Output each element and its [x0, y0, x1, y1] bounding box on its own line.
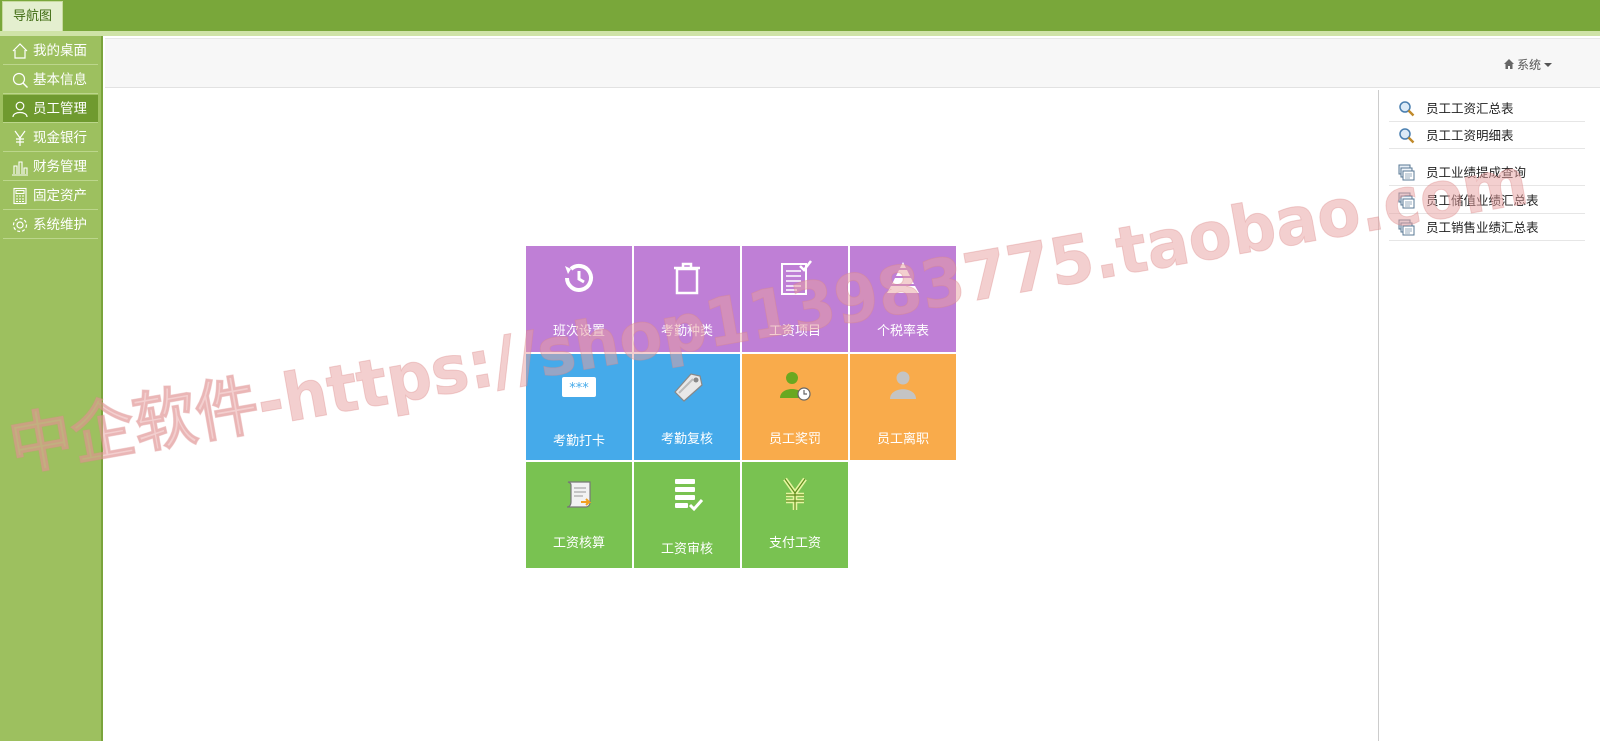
- report-performance-commission[interactable]: 员工业绩提成查询: [1389, 159, 1585, 186]
- sidebar-item-basic-info[interactable]: 基本信息: [3, 66, 98, 94]
- tile-shift-settings[interactable]: 班次设置: [526, 246, 632, 352]
- sidebar-item-label: 固定资产: [33, 188, 87, 204]
- bar-chart-icon: [11, 158, 29, 176]
- scroll-icon: [559, 474, 599, 514]
- sidebar-item-label: 系统维护: [33, 217, 87, 233]
- stack-icon: [1398, 219, 1415, 236]
- trash-icon: [667, 258, 707, 298]
- sidebar-item-label: 基本信息: [33, 72, 87, 88]
- tab-navigation[interactable]: 导航图: [2, 1, 63, 31]
- tile-salary-calculation[interactable]: 工资核算: [526, 462, 632, 568]
- report-stored-value-summary[interactable]: 员工储值业绩汇总表: [1389, 187, 1585, 214]
- report-label: 员工销售业绩汇总表: [1426, 220, 1539, 235]
- password-card-icon: ***: [559, 366, 599, 406]
- tile-label: 考勤打卡: [552, 434, 605, 449]
- sidebar: 我的桌面 基本信息 员工管理 现金银行 财务管理 固定资产 系统维护: [0, 36, 103, 741]
- user-gray-icon: [883, 366, 923, 406]
- report-label: 员工业绩提成查询: [1426, 165, 1527, 180]
- stack-icon: [1398, 192, 1415, 209]
- pyramid-icon: [883, 258, 923, 298]
- stack-icon: [1398, 164, 1415, 181]
- sidebar-item-cash-bank[interactable]: 现金银行: [3, 124, 98, 152]
- sidebar-item-label: 员工管理: [33, 101, 87, 117]
- tile-employee-resignation[interactable]: 员工离职: [850, 354, 956, 460]
- system-menu-label: 系统: [1516, 58, 1541, 72]
- sidebar-item-system-maintenance[interactable]: 系统维护: [3, 211, 98, 239]
- sidebar-item-label: 现金银行: [33, 130, 87, 146]
- yen-icon: [11, 129, 29, 147]
- list-check-icon: [667, 474, 707, 514]
- tile-attendance-review[interactable]: 考勤复核: [634, 354, 740, 460]
- tile-label: 考勤复核: [660, 432, 713, 447]
- home-icon: [11, 42, 29, 60]
- tile-label: 个税率表: [876, 324, 929, 339]
- search-icon: [11, 71, 29, 89]
- user-icon: [11, 100, 29, 118]
- tile-label: 工资核算: [552, 536, 605, 551]
- sidebar-item-fixed-assets[interactable]: 固定资产: [3, 182, 98, 210]
- tile-pay-salary[interactable]: 支付工资: [742, 462, 848, 568]
- content-header: 系统: [105, 38, 1600, 88]
- tile-label: 工资审核: [660, 542, 713, 557]
- magnifier-icon: [1398, 127, 1415, 144]
- report-label: 员工工资明细表: [1426, 128, 1514, 143]
- tile-label: 员工奖罚: [768, 432, 821, 447]
- top-bar-divider: [0, 31, 1600, 36]
- tile-rewards-penalties[interactable]: 员工奖罚: [742, 354, 848, 460]
- tile-salary-items[interactable]: 工资项目: [742, 246, 848, 352]
- report-label: 员工工资汇总表: [1426, 101, 1514, 116]
- report-shortcuts-panel: 员工工资汇总表 员工工资明细表 员工业绩提成查询 员工储值业绩汇总表 员工销售业…: [1378, 90, 1600, 741]
- magnifier-icon: [1398, 100, 1415, 117]
- home-icon: [1503, 58, 1515, 70]
- tile-attendance-types[interactable]: 考勤种类: [634, 246, 740, 352]
- tile-attendance-punch[interactable]: *** 考勤打卡: [526, 354, 632, 460]
- sidebar-item-finance[interactable]: 财务管理: [3, 153, 98, 181]
- report-salary-summary[interactable]: 员工工资汇总表: [1389, 95, 1585, 122]
- tile-tax-rate-table[interactable]: 个税率表: [850, 246, 956, 352]
- sidebar-item-label: 我的桌面: [33, 43, 87, 59]
- caret-down-icon: [1544, 63, 1552, 67]
- sidebar-item-desktop[interactable]: 我的桌面: [3, 37, 98, 65]
- clock-history-icon: [559, 258, 599, 298]
- system-menu-dropdown[interactable]: 系统: [1503, 56, 1552, 73]
- tile-salary-audit[interactable]: 工资审核: [634, 462, 740, 568]
- top-bar: [0, 0, 1600, 31]
- svg-text:***: ***: [569, 381, 589, 396]
- calculator-icon: [11, 187, 29, 205]
- tile-label: 员工离职: [876, 432, 929, 447]
- report-sales-summary[interactable]: 员工销售业绩汇总表: [1389, 214, 1585, 241]
- sidebar-item-label: 财务管理: [33, 159, 87, 175]
- tag-icon: [667, 366, 707, 406]
- report-label: 员工储值业绩汇总表: [1426, 193, 1539, 208]
- user-clock-icon: [775, 366, 815, 406]
- sidebar-item-employee-management[interactable]: 员工管理: [3, 95, 98, 123]
- gear-icon: [11, 216, 29, 234]
- yen-icon: [775, 474, 815, 514]
- tile-label: 支付工资: [768, 536, 821, 551]
- tile-label: 班次设置: [552, 324, 605, 339]
- tile-label: 工资项目: [768, 324, 821, 339]
- tile-label: 考勤种类: [660, 324, 713, 339]
- report-salary-detail[interactable]: 员工工资明细表: [1389, 122, 1585, 149]
- checklist-icon: [775, 258, 815, 298]
